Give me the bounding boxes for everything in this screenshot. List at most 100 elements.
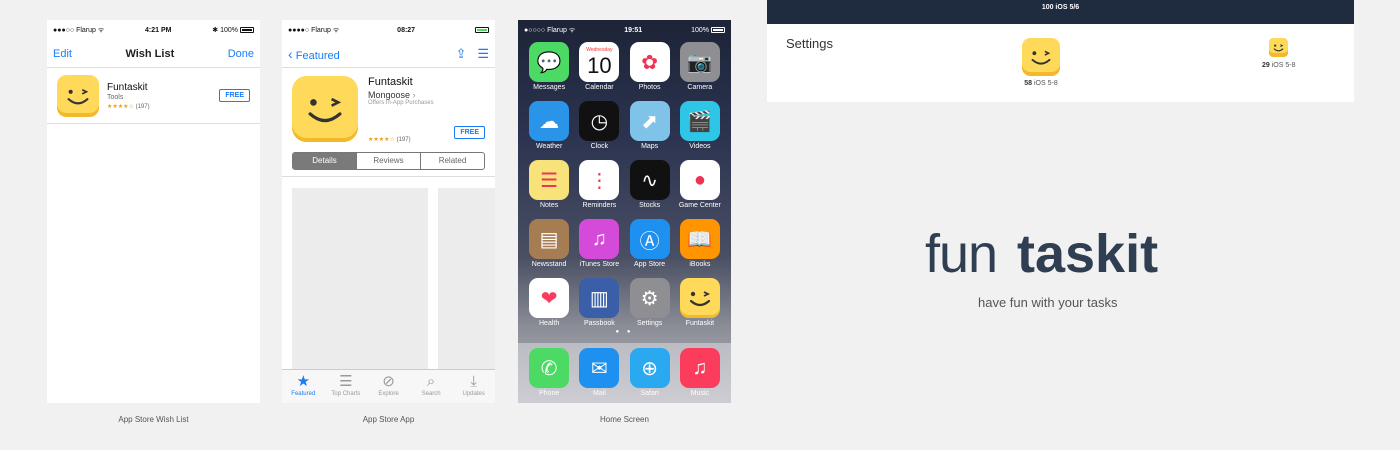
free-button[interactable]: FREE — [454, 126, 485, 139]
safari-glyph: ⊕ — [641, 357, 658, 380]
app-phone[interactable]: ✆ Phone — [524, 348, 574, 403]
dock: ✆ Phone ✉ Mail ⊕ Safari ♫ Music — [518, 343, 731, 403]
list-icon[interactable]: ☰ — [477, 46, 489, 61]
rating-count: (197) — [396, 137, 411, 143]
wishlist-screen: ●●●○○ Flarup ᯤ 4:21 PM ✱ 100% Edit Wish … — [47, 20, 260, 403]
done-button[interactable]: Done — [228, 48, 254, 60]
funtaskit-app-icon — [1269, 38, 1289, 57]
app-safari[interactable]: ⊕ Safari — [625, 348, 675, 403]
clock-glyph: ◷ — [590, 110, 609, 133]
app-health[interactable]: ❤ Health — [524, 278, 574, 327]
app-label: Safari — [640, 390, 659, 397]
clock: 08:27 — [397, 26, 416, 34]
reminders-glyph: ⋮ — [589, 169, 610, 192]
chevron-right-icon: › — [412, 90, 416, 100]
tab-reviews[interactable]: Reviews — [357, 153, 421, 169]
icon-58: 58 iOS 5-8 — [1022, 38, 1060, 87]
app-camera[interactable]: 📷 Camera — [675, 42, 725, 91]
free-button[interactable]: FREE — [219, 89, 250, 102]
home-screen: ●○○○○ Flarup ᯤ 19:51 100% 💬 Messages Wedne… — [518, 20, 731, 403]
app-settings[interactable]: ⚙ Settings — [625, 278, 675, 327]
itunes-store-icon: ♫ — [579, 219, 620, 259]
app-name: Funtaskit — [107, 81, 148, 93]
maps-icon: ⬈ — [629, 101, 670, 141]
game-center-glyph: ● — [693, 168, 706, 191]
download-icon: ⤓ — [470, 373, 477, 390]
carrier: ●●●○○ Flarup ᯤ — [53, 26, 105, 34]
funtaskit-app-icon — [1022, 38, 1060, 76]
screenshot-placeholder[interactable] — [292, 188, 428, 370]
tab-explore[interactable]: ⊘ Explore — [367, 370, 410, 403]
settings-glyph: ⚙ — [640, 287, 659, 310]
list-icon: ☰ — [339, 373, 353, 390]
app-calendar[interactable]: Wednesday 10 Calendar — [574, 42, 624, 91]
app-label: iTunes Store — [579, 261, 620, 268]
app-funtaskit[interactable]: Funtaskit — [675, 278, 725, 327]
notes-icon: ☰ — [529, 160, 570, 200]
app-grid: 💬 Messages Wednesday 10 Calendar ✿ Photos 📷 Came… — [524, 42, 725, 327]
app-game-center[interactable]: ● Game Center — [675, 160, 725, 209]
share-icon[interactable]: ⇪ — [456, 46, 467, 61]
app-stocks[interactable]: ∿ Stocks — [625, 160, 675, 209]
page-dots: ● ● — [615, 329, 634, 335]
weather-glyph: ☁ — [539, 110, 560, 133]
app-label: Weather — [535, 143, 563, 150]
logo-wordmark: fun taskit — [925, 224, 1158, 284]
screenshot-placeholder[interactable] — [438, 188, 495, 370]
app-messages[interactable]: 💬 Messages — [524, 42, 574, 91]
tab-updates[interactable]: ⤓ Updates — [452, 370, 495, 403]
size-label-29: 29 iOS 5-8 — [1262, 62, 1296, 69]
app-label: Calendar — [585, 84, 614, 91]
search-icon: ⌕ — [426, 373, 436, 390]
tab-related[interactable]: Related — [421, 153, 484, 169]
app-app-store[interactable]: Ⓐ App Store — [625, 219, 675, 268]
app-videos[interactable]: 🎬 Videos — [675, 101, 725, 150]
app-newsstand[interactable]: ▤ Newsstand — [524, 219, 574, 268]
tab-details[interactable]: Details — [293, 153, 357, 169]
stocks-glyph: ∿ — [641, 169, 658, 192]
showcase: ●●●○○ Flarup ᯤ 4:21 PM ✱ 100% Edit Wish … — [0, 0, 1400, 450]
app-mail[interactable]: ✉ Mail — [574, 348, 624, 403]
chevron-left-icon: ‹ — [288, 45, 293, 62]
back-button[interactable]: ‹ Featured — [288, 46, 340, 62]
tagline: have fun with your tasks — [978, 295, 1118, 310]
tab-search[interactable]: ⌕ Search — [410, 370, 453, 403]
tab-top-charts[interactable]: ☰ Top Charts — [325, 370, 368, 403]
app-notes[interactable]: ☰ Notes — [524, 160, 574, 209]
app-weather[interactable]: ☁ Weather — [524, 101, 574, 150]
app-maps[interactable]: ⬈ Maps — [625, 101, 675, 150]
navigation-bar: ‹ Featured ⇪ ☰ — [282, 40, 495, 68]
rating: ★★★★☆ (197) — [107, 103, 219, 110]
app-clock[interactable]: ◷ Clock — [574, 101, 624, 150]
list-item[interactable]: Funtaskit Tools ★★★★☆ (197) FREE — [47, 68, 260, 124]
app-label: Videos — [689, 143, 711, 150]
app-photos[interactable]: ✿ Photos — [625, 42, 675, 91]
photos-glyph: ✿ — [641, 51, 658, 74]
app-itunes-store[interactable]: ♫ iTunes Store — [574, 219, 624, 268]
app-label: Stocks — [639, 202, 661, 209]
app-label: Maps — [641, 143, 659, 150]
edit-button[interactable]: Edit — [53, 48, 72, 60]
app-ibooks[interactable]: 📖 iBooks — [675, 219, 725, 268]
app-music[interactable]: ♫ Music — [675, 348, 725, 403]
logo-bold-text: taskit — [1017, 224, 1158, 282]
funtaskit-app-icon — [57, 74, 99, 117]
tab-featured[interactable]: ★ Featured — [282, 370, 325, 403]
app-passbook[interactable]: ▥ Passbook — [574, 278, 624, 327]
icon-29: 29 iOS 5-8 — [1262, 38, 1295, 69]
battery-icon — [239, 27, 254, 34]
phone-icon: ✆ — [529, 348, 570, 388]
publisher-link[interactable]: Mongoose › — [368, 90, 485, 100]
app-store-icon: Ⓐ — [629, 219, 670, 259]
app-reminders[interactable]: ⋮ Reminders — [574, 160, 624, 209]
logo-light-text: fun — [925, 224, 997, 282]
newsstand-icon: ▤ — [529, 219, 570, 259]
app-label: Newsstand — [531, 261, 567, 268]
navigation-bar: Edit Wish List Done — [47, 40, 260, 68]
app-label: Funtaskit — [685, 320, 715, 327]
page-title: Wish List — [125, 47, 175, 60]
screenshots — [292, 188, 495, 388]
rating-count: (197) — [135, 103, 150, 110]
messages-icon: 💬 — [529, 42, 570, 82]
stocks-icon: ∿ — [629, 160, 670, 200]
